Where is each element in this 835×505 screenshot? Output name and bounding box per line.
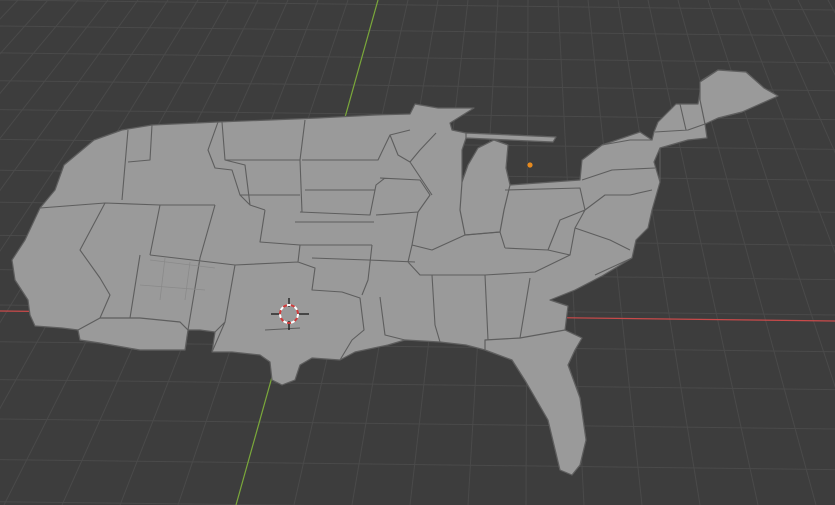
light-object-icon[interactable] (526, 161, 534, 169)
grid-line (0, 379, 835, 391)
southwest-piece[interactable] (77, 317, 189, 351)
grid-line (0, 459, 835, 471)
maine-piece[interactable] (699, 69, 779, 125)
viewport-canvas[interactable] (0, 0, 835, 505)
us-map-mesh[interactable] (11, 69, 779, 476)
grid-line (0, 25, 835, 37)
grid-line (0, 52, 835, 64)
upper-peninsula-piece[interactable] (465, 132, 557, 143)
michigan-piece[interactable] (459, 139, 511, 236)
florida-piece[interactable] (484, 329, 587, 476)
grid-line (0, 418, 835, 430)
map-outline[interactable] (11, 69, 779, 476)
3d-viewport[interactable] (0, 0, 835, 505)
